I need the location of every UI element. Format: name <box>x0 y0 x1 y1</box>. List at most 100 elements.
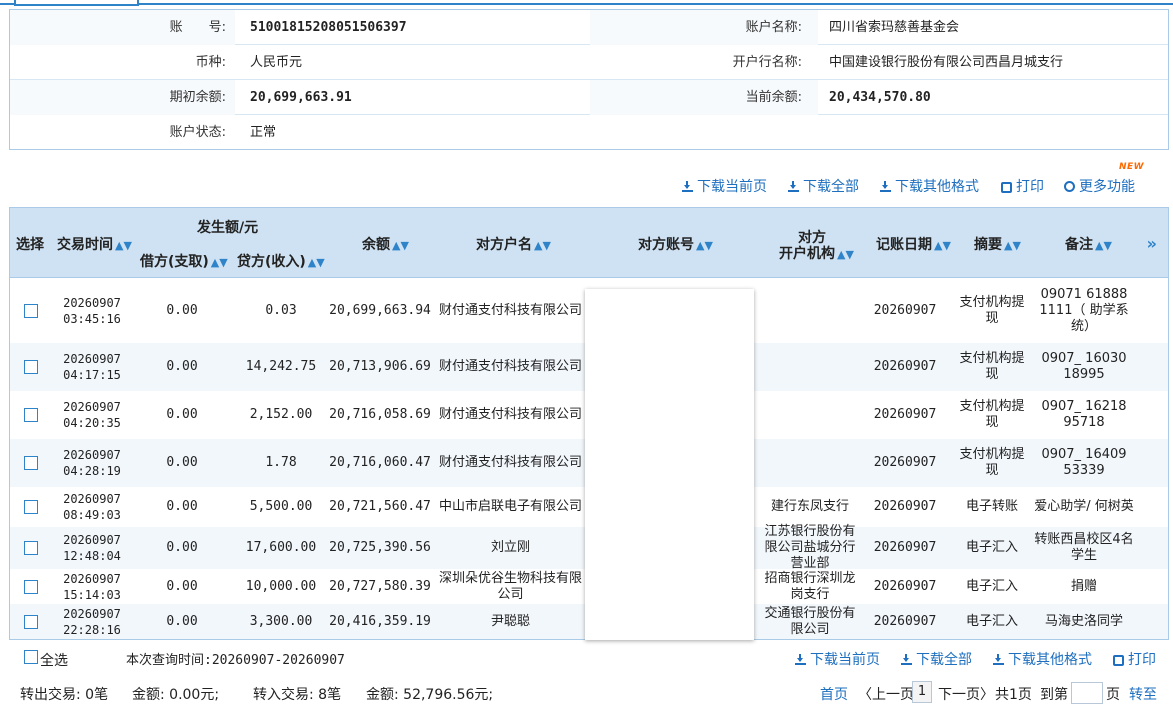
sort-icon[interactable]: ▲▼ <box>934 239 951 252</box>
party-name-cell: 财付通支付科技有限公司 <box>438 303 582 318</box>
sort-icon[interactable]: ▲▼ <box>1004 239 1021 252</box>
account-name-label: 账户名称: <box>745 20 802 35</box>
time-cell: 20260907 12:48:04 <box>52 527 132 569</box>
download-icon <box>795 654 806 665</box>
jump-button[interactable]: 转至 <box>1129 684 1157 704</box>
time-cell: 20260907 22:28:16 <box>52 604 132 639</box>
party-bank-cell <box>762 439 858 487</box>
sort-icon[interactable]: ▲▼ <box>115 239 132 252</box>
party-name-cell: 刘立刚 <box>490 540 530 555</box>
sort-icon[interactable]: ▲▼ <box>696 239 713 252</box>
col-party-account[interactable]: 对方账号 ▲▼ <box>638 234 713 254</box>
next-page-link[interactable]: 下一页〉 <box>938 684 994 704</box>
summary-cell: 支付机构提现 <box>959 295 1025 326</box>
summary-cell: 支付机构提现 <box>959 351 1025 382</box>
credit-cell: 17,600.00 <box>245 540 317 555</box>
balance-cell: 20,727,580.39 <box>329 578 431 594</box>
debit-cell: 0.00 <box>166 407 198 422</box>
footer-download-all-button[interactable]: 下载全部 <box>901 649 972 669</box>
more-functions-button[interactable]: 更多功能 <box>1064 176 1135 196</box>
col-party-bank[interactable]: 开户机构 ▲▼ <box>779 243 854 263</box>
row-select-cell <box>10 343 52 391</box>
col-credit[interactable]: 贷方(收入) ▲▼ <box>237 251 325 271</box>
post-date-cell: 20260907 <box>873 540 937 555</box>
select-all-label[interactable]: 全选 <box>40 650 68 670</box>
bank-label: 开户行名称: <box>732 55 802 70</box>
current-balance-label: 当前余额: <box>745 90 802 105</box>
current-balance-value: 20,434,570.80 <box>829 90 931 105</box>
sort-icon[interactable]: ▲▼ <box>837 248 854 261</box>
summary-cell: 电子汇入 <box>965 578 1018 594</box>
row-checkbox[interactable] <box>24 360 38 374</box>
col-remark[interactable]: 备注 ▲▼ <box>1065 234 1112 254</box>
row-select-cell <box>10 569 52 604</box>
info-row-balance: 期初余额: 20,699,663.91 当前余额: 20,434,570.80 <box>10 80 1168 115</box>
col-balance[interactable]: 余额 ▲▼ <box>362 234 409 254</box>
post-date-cell: 20260907 <box>873 303 937 318</box>
debit-cell: 0.00 <box>166 359 198 374</box>
balance-cell: 20,713,906.69 <box>329 359 431 374</box>
table-header: 选择 交易时间 ▲▼ 发生额/元 借方(支取) ▲▼ 贷方(收入) ▲▼ 余额 ▲▼ 对… <box>10 208 1168 278</box>
print-button[interactable]: 打印 <box>1001 176 1044 196</box>
sort-icon[interactable]: ▲▼ <box>308 256 325 269</box>
status-label: 账户状态: <box>169 125 226 140</box>
download-page-button[interactable]: 下载当前页 <box>682 176 767 196</box>
col-post-date[interactable]: 记账日期 ▲▼ <box>876 234 951 254</box>
remark-cell: 捐赠 <box>1070 578 1097 594</box>
row-checkbox[interactable] <box>24 408 38 422</box>
first-page-link[interactable]: 首页 <box>820 684 848 704</box>
account-no-label: 账 号: <box>169 20 226 35</box>
time-cell: 20260907 03:45:16 <box>52 279 132 343</box>
bank-value: 中国建设银行股份有限公司西昌月城支行 <box>829 55 1064 70</box>
time-text: 20260907 15:14:03 <box>63 571 121 602</box>
footer-download-other-format-button[interactable]: 下载其他格式 <box>993 649 1092 669</box>
debit-cell: 0.00 <box>166 540 198 555</box>
row-checkbox[interactable] <box>24 456 38 470</box>
party-bank-cell <box>762 343 858 391</box>
tab-strip <box>0 0 1173 6</box>
account-info-panel: 账 号: 51001815208051506397 账户名称: 四川省索玛慈善基… <box>9 9 1169 150</box>
print-icon <box>1113 655 1124 666</box>
row-select-cell <box>10 527 52 569</box>
prev-page-link[interactable]: 〈上一页 <box>858 684 914 704</box>
post-date-cell: 20260907 <box>873 455 937 470</box>
download-all-button[interactable]: 下载全部 <box>788 176 859 196</box>
party-name-cell: 财付通支付科技有限公司 <box>438 407 582 422</box>
download-other-format-button[interactable]: 下载其他格式 <box>880 176 979 196</box>
sort-icon[interactable]: ▲▼ <box>392 239 409 252</box>
row-checkbox[interactable] <box>24 500 38 514</box>
row-checkbox[interactable] <box>24 304 38 318</box>
opening-balance-value: 20,699,663.91 <box>250 90 352 105</box>
time-text: 20260907 04:17:15 <box>63 352 121 382</box>
row-select-cell <box>10 439 52 487</box>
current-page-number[interactable]: 1 <box>912 681 932 703</box>
col-summary[interactable]: 摘要 ▲▼ <box>974 234 1021 254</box>
debit-cell: 0.00 <box>166 613 198 629</box>
post-date-cell: 20260907 <box>873 407 937 422</box>
col-amount-group: 发生额/元 <box>197 220 259 236</box>
active-tab[interactable] <box>14 0 139 6</box>
sort-icon[interactable]: ▲▼ <box>534 239 551 252</box>
col-debit[interactable]: 借方(支取) ▲▼ <box>140 251 228 271</box>
footer-print-button[interactable]: 打印 <box>1113 649 1156 669</box>
balance-cell: 20,416,359.19 <box>329 613 431 629</box>
sort-icon[interactable]: ▲▼ <box>211 256 228 269</box>
credit-cell: 0.03 <box>265 303 297 318</box>
remark-cell: 0907_ 16218 95718 <box>1041 399 1127 430</box>
post-date-cell: 20260907 <box>873 613 937 629</box>
time-cell: 20260907 15:14:03 <box>52 569 132 604</box>
more-columns-icon[interactable]: » <box>1147 234 1157 253</box>
page-unit-label: 页 <box>1106 687 1120 703</box>
download-icon <box>788 181 799 192</box>
party-name-cell: 财付通支付科技有限公司 <box>438 455 582 470</box>
footer-download-page-button[interactable]: 下载当前页 <box>795 649 880 669</box>
goto-page-input[interactable] <box>1071 682 1103 704</box>
credit-cell: 5,500.00 <box>249 499 313 514</box>
col-party-name[interactable]: 对方户名 ▲▼ <box>476 234 551 254</box>
row-checkbox[interactable] <box>24 541 38 555</box>
row-checkbox[interactable] <box>24 579 38 594</box>
col-time[interactable]: 交易时间 ▲▼ <box>57 234 132 254</box>
select-all-checkbox[interactable] <box>24 650 38 664</box>
sort-icon[interactable]: ▲▼ <box>1095 239 1112 252</box>
row-checkbox[interactable] <box>24 614 38 629</box>
